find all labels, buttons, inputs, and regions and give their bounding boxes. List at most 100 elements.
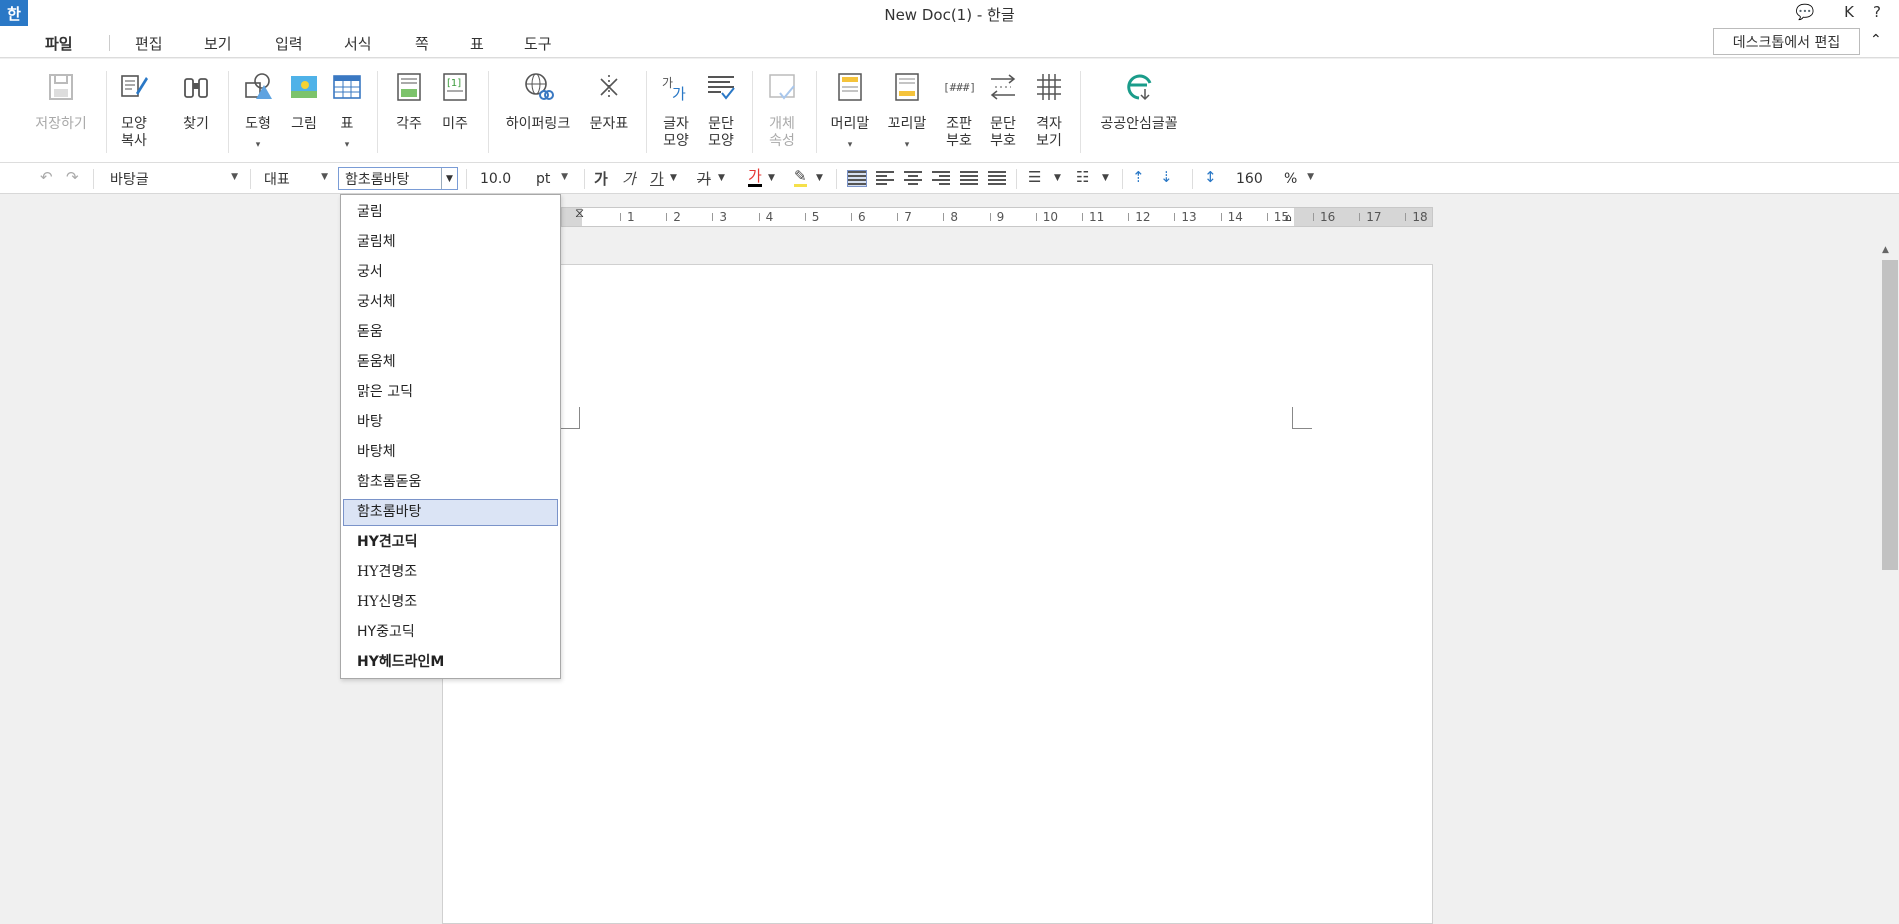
italic-button[interactable]: 가 <box>622 168 636 189</box>
font-option[interactable]: 굴림체 <box>343 229 558 256</box>
indent-marker[interactable]: ⧖ <box>575 206 584 221</box>
line-spacing-unit-select[interactable]: % ▼ <box>1278 167 1318 190</box>
char-shape-button[interactable]: 가가 글자 모양 <box>656 59 696 163</box>
line-spacing-icon[interactable]: ↕ <box>1204 168 1217 186</box>
line-spacing-input[interactable]: 160 <box>1230 167 1276 190</box>
header-dropdown-caret[interactable]: ▾ <box>848 140 853 150</box>
tab-view[interactable]: 보기 <box>204 33 232 54</box>
increase-indent-icon[interactable]: ⇡ <box>1132 168 1145 186</box>
shape-dropdown-caret[interactable]: ▾ <box>256 140 261 150</box>
font-select[interactable]: 함초롬바탕 ▼ <box>338 167 458 190</box>
picture-button[interactable]: 그림 <box>284 59 324 163</box>
strikethrough-dropdown-icon[interactable]: ▼ <box>718 173 725 183</box>
footer-dropdown-caret[interactable]: ▾ <box>905 140 910 150</box>
charmap-button[interactable]: 문자표 <box>584 59 634 163</box>
font-option[interactable]: 바탕 <box>343 409 558 436</box>
ruler-tick-label: 8 <box>950 210 959 224</box>
underline-button[interactable]: 가 <box>650 168 664 189</box>
table-dropdown-caret[interactable]: ▾ <box>345 140 350 150</box>
ruler-tick <box>1174 213 1176 221</box>
format-copy-button[interactable]: 모양 복사 <box>112 59 156 163</box>
align-center-icon[interactable] <box>904 171 922 186</box>
menu-bar: 파일 편집 보기 입력 서식 쪽 표 도구 <box>0 26 1899 58</box>
tab-insert[interactable]: 입력 <box>275 33 303 54</box>
decrease-indent-icon[interactable]: ⇣ <box>1160 168 1173 186</box>
style-select[interactable]: 바탕글 ▼ <box>104 167 242 190</box>
font-color-dropdown-icon[interactable]: ▼ <box>768 173 775 183</box>
font-option[interactable]: HY견고딕 <box>343 529 558 556</box>
hyperlink-button[interactable]: 하이퍼링크 <box>496 59 580 163</box>
special-char-icon <box>600 75 618 99</box>
font-option[interactable]: 돋움체 <box>343 349 558 376</box>
font-option[interactable]: 궁서체 <box>343 289 558 316</box>
font-option[interactable]: HY중고딕 <box>343 619 558 646</box>
align-justify-icon[interactable] <box>847 170 867 187</box>
tab-table[interactable]: 표 <box>470 33 484 54</box>
font-option[interactable]: HY견명조 <box>343 559 558 586</box>
font-option[interactable]: HY헤드라인M <box>343 649 558 676</box>
bold-button[interactable]: 가 <box>594 168 608 189</box>
ruler-tick <box>851 213 852 221</box>
para-mark-button[interactable]: 문단 부호 <box>982 59 1024 163</box>
underline-dropdown-icon[interactable]: ▼ <box>670 173 677 183</box>
chevron-down-icon[interactable]: ▼ <box>441 168 457 189</box>
object-properties-button[interactable]: 개체 속성 <box>760 59 804 163</box>
language-select[interactable]: 대표 ▼ <box>258 167 332 190</box>
align-distribute-icon[interactable] <box>960 171 978 186</box>
strikethrough-button[interactable]: 가 <box>697 168 711 189</box>
grid-view-button[interactable]: 격자 보기 <box>1028 59 1070 163</box>
ruler-tick <box>1220 213 1222 221</box>
font-option[interactable]: 함초롬바탕 <box>343 499 558 526</box>
bullet-dropdown-icon[interactable]: ▼ <box>1054 173 1061 183</box>
font-unit-select[interactable]: pt ▼ <box>530 167 572 190</box>
tab-edit[interactable]: 편집 <box>135 33 163 54</box>
highlight-dropdown-icon[interactable]: ▼ <box>816 173 823 183</box>
scroll-up-arrow-icon[interactable]: ▲ <box>1882 245 1889 255</box>
numbered-dropdown-icon[interactable]: ▼ <box>1102 173 1109 183</box>
collapse-ribbon-icon[interactable]: ⌃ <box>1870 32 1882 48</box>
user-account-icon[interactable]: K <box>1838 3 1860 21</box>
app-logo[interactable]: 한 <box>0 0 28 26</box>
header-button[interactable]: 머리말 ▾ <box>824 59 876 163</box>
horizontal-ruler[interactable]: ⧖ ⌂ 1 2 3 4 5 6 7 8 9 10 11 12 13 14 15 16 17 18 <box>561 206 1433 227</box>
bullet-list-icon[interactable]: ☰ <box>1028 168 1041 186</box>
document-page[interactable] <box>442 264 1433 924</box>
font-option[interactable]: 궁서 <box>343 259 558 286</box>
footer-button[interactable]: 꼬리말 ▾ <box>880 59 934 163</box>
shape-button[interactable]: 도형 ▾ <box>236 59 280 163</box>
save-button[interactable]: 저장하기 <box>24 59 98 163</box>
ruler-tick <box>1313 213 1314 221</box>
align-left-icon[interactable] <box>876 171 894 186</box>
safe-font-button[interactable]: 공공안심글꼴 <box>1090 59 1188 163</box>
numbered-list-icon[interactable]: ☷ <box>1076 168 1089 186</box>
font-size-input[interactable]: 10.0 <box>474 167 522 190</box>
font-option[interactable]: 맑은 고딕 <box>343 379 558 406</box>
toolbar-divider <box>1192 169 1193 189</box>
undo-icon[interactable]: ↶ <box>40 168 53 186</box>
font-option[interactable]: 바탕체 <box>343 439 558 466</box>
endnote-button[interactable]: [1] 미주 <box>434 59 476 163</box>
tab-tools[interactable]: 도구 <box>524 33 552 54</box>
font-option[interactable]: 함초롬돋움 <box>343 469 558 496</box>
tab-page[interactable]: 쪽 <box>415 33 429 54</box>
tab-file[interactable]: 파일 <box>45 33 73 54</box>
font-color-button[interactable]: 가 <box>748 168 762 187</box>
align-right-icon[interactable] <box>932 171 950 186</box>
binoculars-icon <box>184 78 208 98</box>
align-divide-icon[interactable] <box>988 171 1006 186</box>
redo-icon[interactable]: ↷ <box>66 168 79 186</box>
font-option[interactable]: HY신명조 <box>343 589 558 616</box>
layout-mark-button[interactable]: [###] 조판 부호 <box>938 59 980 163</box>
font-option[interactable]: 돋움 <box>343 319 558 346</box>
help-icon[interactable]: ? <box>1866 3 1888 21</box>
footnote-button[interactable]: 각주 <box>388 59 430 163</box>
tab-format[interactable]: 서식 <box>344 33 372 54</box>
table-button[interactable]: 표 ▾ <box>330 59 364 163</box>
find-button[interactable]: 찾기 <box>176 59 216 163</box>
font-option[interactable]: 굴림 <box>343 199 558 226</box>
comment-icon[interactable]: 💬 <box>1794 3 1816 21</box>
desktop-edit-button[interactable]: 데스크톱에서 편집 <box>1713 28 1860 55</box>
para-shape-button[interactable]: 문단 모양 <box>700 59 742 163</box>
highlight-pen-icon[interactable]: ✎ <box>794 168 807 187</box>
scrollbar-thumb[interactable] <box>1882 260 1898 570</box>
